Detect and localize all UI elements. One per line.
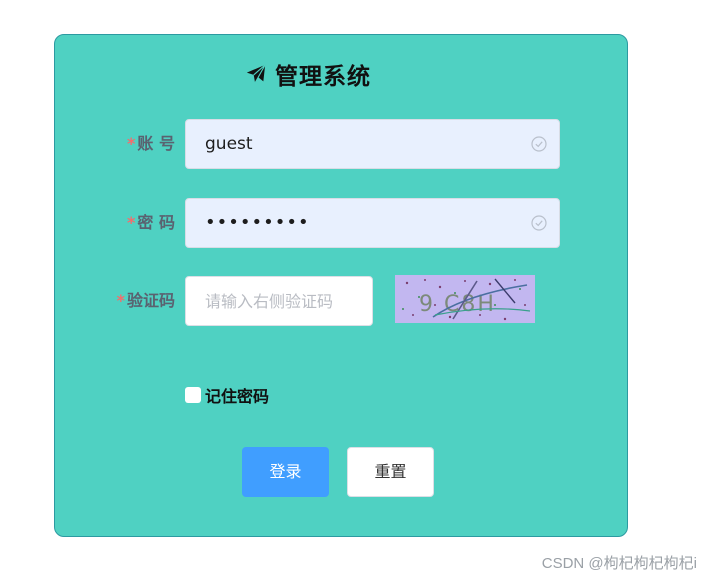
paper-plane-icon — [245, 63, 267, 85]
reset-button[interactable]: 重置 — [347, 447, 434, 497]
account-field[interactable]: guest — [185, 119, 560, 169]
password-label-text: 密 码 — [137, 213, 175, 232]
login-button[interactable]: 登录 — [242, 447, 329, 497]
captcha-label: * 验证码 — [55, 276, 175, 326]
password-field[interactable]: ••••••••• — [185, 198, 560, 248]
remember-label: 记住密码 — [205, 387, 270, 406]
required-mark: * — [127, 213, 136, 232]
password-label: * 密 码 — [55, 198, 175, 248]
page-title: 管理系统 — [275, 64, 371, 90]
captcha-image[interactable]: 9 C8H — [395, 275, 535, 323]
account-label-text: 账 号 — [137, 134, 175, 153]
account-value[interactable]: guest — [205, 120, 253, 168]
remember-checkbox[interactable] — [185, 387, 201, 403]
login-card: 管理系统 * 账 号 guest * 密 码 ••••••••• * 验证码 请… — [54, 34, 628, 537]
captcha-field[interactable] — [185, 276, 373, 326]
account-label: * 账 号 — [55, 119, 175, 169]
required-mark: * — [116, 291, 125, 310]
remember-password[interactable]: 记住密码 — [185, 383, 269, 407]
captcha-label-text: 验证码 — [126, 291, 175, 310]
captcha-input[interactable] — [205, 277, 365, 325]
password-value[interactable]: ••••••••• — [205, 199, 310, 247]
watermark: CSDN @枸杞枸杞枸杞i — [541, 555, 697, 572]
header: 管理系统 — [245, 59, 371, 90]
required-mark: * — [127, 134, 136, 153]
login-page: 管理系统 * 账 号 guest * 密 码 ••••••••• * 验证码 请… — [0, 0, 711, 579]
check-circle-icon — [531, 136, 547, 152]
check-circle-icon — [531, 215, 547, 231]
